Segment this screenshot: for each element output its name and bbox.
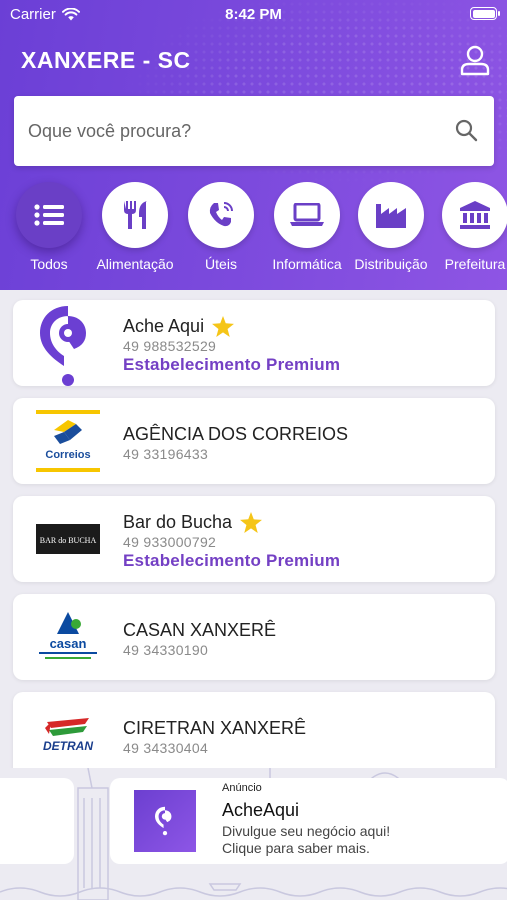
listing-list: Ache Aqui 49 988532529 Estabelecimento P… [0, 290, 507, 768]
star-icon [212, 316, 235, 337]
listing-phone: 49 34330404 [123, 740, 209, 756]
listing-phone: 49 933000792 [123, 534, 217, 550]
listing-name: CIRETRAN XANXERÊ [123, 718, 307, 738]
category-label: Alimentação [96, 256, 174, 272]
phone-icon [209, 202, 233, 227]
listing-name: Bar do Bucha [123, 512, 263, 533]
acheaqui-logo [155, 806, 172, 836]
factory-icon [376, 204, 406, 228]
utensils-icon [124, 201, 147, 229]
star-icon [240, 512, 263, 533]
category-label: Informática [272, 256, 342, 272]
category-bar: Todos Alimentação Úteis Informática Dist… [0, 180, 507, 280]
category-alimentacao[interactable]: Alimentação [90, 180, 180, 272]
category-label: Todos [30, 256, 68, 272]
casan-logo: casan [33, 602, 103, 672]
listing-phone: 49 988532529 [123, 338, 217, 354]
category-informatica[interactable]: Informática [262, 180, 352, 272]
detran-logo: DETRAN [33, 700, 103, 768]
search-bar [14, 96, 494, 166]
svg-text:casan: casan [50, 636, 87, 651]
ad-thumbnail [134, 790, 196, 852]
listing-card-ache-aqui[interactable]: Ache Aqui 49 988532529 Estabelecimento P… [13, 300, 495, 386]
premium-badge: Estabelecimento Premium [123, 551, 341, 570]
listing-card-ciretran[interactable]: DETRAN CIRETRAN XANXERÊ 49 34330404 [13, 692, 495, 768]
user-profile-icon[interactable] [458, 43, 492, 77]
listing-phone: 49 33196433 [123, 446, 209, 462]
search-icon[interactable] [454, 118, 478, 142]
listing-card-casan[interactable]: casan CASAN XANXERÊ 49 34330190 [13, 594, 495, 680]
listing-card-correios[interactable]: Correios AGÊNCIA DOS CORREIOS 49 3319643… [13, 398, 495, 484]
listing-name: AGÊNCIA DOS CORREIOS [123, 424, 349, 444]
list-icon [34, 204, 64, 226]
ad-banner-area: Anúncio AcheAqui Divulgue seu negócio aq… [0, 768, 507, 900]
bar-do-bucha-logo: BAR do BUCHA [33, 504, 103, 574]
ad-title: AcheAqui [222, 800, 300, 820]
status-time: 8:42 PM [225, 6, 282, 23]
search-input[interactable] [28, 96, 448, 166]
category-prefeitura[interactable]: Prefeitura [430, 180, 507, 272]
category-label: Úteis [205, 256, 237, 272]
acheaqui-logo [33, 306, 103, 386]
city-title: XANXERE - SC [21, 47, 191, 73]
listing-phone: 49 34330190 [123, 642, 209, 658]
category-uteis[interactable]: Úteis [176, 180, 266, 272]
listing-name: Ache Aqui [123, 316, 235, 337]
svg-text:BAR do BUCHA: BAR do BUCHA [40, 536, 97, 545]
premium-badge: Estabelecimento Premium [123, 355, 341, 374]
ad-label: Anúncio [222, 782, 262, 794]
correios-logo: Correios [33, 406, 103, 476]
svg-text:DETRAN: DETRAN [43, 739, 93, 753]
category-label: Prefeitura [444, 256, 506, 272]
bank-icon [460, 201, 490, 229]
listing-name: CASAN XANXERÊ [123, 620, 277, 640]
battery-icon [470, 7, 500, 20]
app-header: Carrier 8:42 PM XANXERE - SC Oque você p… [0, 0, 507, 290]
ad-card[interactable]: Anúncio AcheAqui Divulgue seu negócio aq… [110, 778, 507, 864]
category-todos[interactable]: Todos [4, 180, 94, 272]
listing-card-bar-do-bucha[interactable]: BAR do BUCHA Bar do Bucha 49 933000792 E… [13, 496, 495, 582]
ad-description: Divulgue seu negócio aqui! Clique para s… [222, 823, 391, 856]
laptop-icon [290, 203, 324, 226]
category-label: Distribuição [354, 256, 428, 272]
svg-text:Correios: Correios [45, 449, 90, 461]
ad-card-previous[interactable] [0, 778, 74, 864]
category-distribuicao[interactable]: Distribuição [346, 180, 436, 272]
status-bar: Carrier 8:42 PM [0, 0, 507, 30]
